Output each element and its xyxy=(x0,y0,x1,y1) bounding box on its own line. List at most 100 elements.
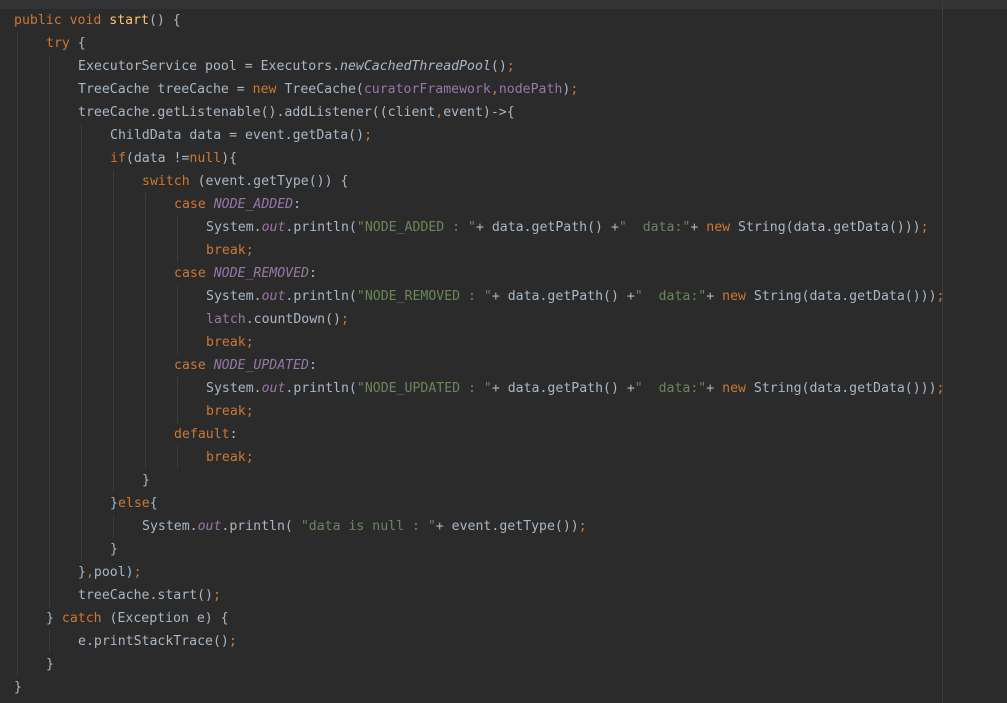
code-token: new xyxy=(722,289,754,304)
indent-guide xyxy=(49,354,50,377)
code-line[interactable]: case NODE_UPDATED: xyxy=(14,354,1004,377)
indent-guide xyxy=(49,630,50,653)
indent-guide xyxy=(17,492,18,515)
indent-guide xyxy=(113,216,114,239)
code-token: TreeCache treeCache = xyxy=(78,82,253,97)
indent-guide xyxy=(17,124,18,147)
code-token: , xyxy=(85,565,94,580)
code-line[interactable]: case NODE_REMOVED: xyxy=(14,262,1004,285)
indent-guide xyxy=(17,308,18,331)
code-line[interactable]: public void start() { xyxy=(14,9,1004,32)
code-line[interactable]: latch.countDown(); xyxy=(14,308,1004,331)
indent-guide xyxy=(81,285,82,308)
code-token: break; xyxy=(206,335,254,350)
code-token: break; xyxy=(206,243,254,258)
indent-guide xyxy=(177,239,178,262)
code-line[interactable]: case NODE_ADDED: xyxy=(14,193,1004,216)
indent-guide xyxy=(17,515,18,538)
indent-guide xyxy=(81,377,82,400)
code-line[interactable]: if(data !=null){ xyxy=(14,147,1004,170)
code-line-text: }else{ xyxy=(110,492,158,515)
code-line[interactable]: } xyxy=(14,469,1004,492)
code-token: ){ xyxy=(221,151,238,166)
code-line-text: System.out.println("NODE_REMOVED : "+ da… xyxy=(206,285,944,308)
code-token: null xyxy=(189,151,222,166)
code-token: start xyxy=(109,13,149,28)
code-line[interactable]: treeCache.getListenable().addListener((c… xyxy=(14,101,1004,124)
code-token: ExecutorService pool = Executors. xyxy=(78,59,341,74)
code-line[interactable]: },pool); xyxy=(14,561,1004,584)
indent-guide xyxy=(49,239,50,262)
code-line[interactable]: TreeCache treeCache = new TreeCache(cura… xyxy=(14,78,1004,101)
code-line-text: treeCache.start(); xyxy=(78,584,221,607)
code-line-text: break; xyxy=(206,331,254,354)
code-token: ; xyxy=(920,220,929,235)
code-token: ; xyxy=(506,59,515,74)
code-line[interactable]: System.out.println( "data is null : "+ e… xyxy=(14,515,1004,538)
indent-guide xyxy=(81,400,82,423)
indent-guide xyxy=(145,423,146,446)
code-line[interactable]: default: xyxy=(14,423,1004,446)
code-token: "NODE_REMOVED : " xyxy=(356,289,492,304)
code-line-text: } xyxy=(142,469,150,492)
code-token: String(data.getData())) xyxy=(753,289,937,304)
code-token: + data.getPath() + xyxy=(491,381,635,396)
indent-guide xyxy=(49,446,50,469)
indent-guide xyxy=(177,446,178,469)
indent-guide xyxy=(17,607,18,630)
code-line[interactable]: } xyxy=(14,538,1004,561)
code-line[interactable]: ChildData data = event.getData(); xyxy=(14,124,1004,147)
code-token: new xyxy=(252,82,285,97)
code-line[interactable]: System.out.println("NODE_ADDED : "+ data… xyxy=(14,216,1004,239)
code-line[interactable]: break; xyxy=(14,400,1004,423)
code-area[interactable]: public void start() {try {ExecutorServic… xyxy=(14,9,1004,699)
code-token: NODE_REMOVED xyxy=(213,266,309,281)
code-token: + xyxy=(706,381,723,396)
indent-guide xyxy=(177,400,178,423)
indent-guide xyxy=(49,331,50,354)
code-line[interactable]: switch (event.getType()) { xyxy=(14,170,1004,193)
indent-guide xyxy=(49,147,50,170)
code-token: { xyxy=(77,36,86,51)
code-token: newCachedThreadPool xyxy=(340,59,491,74)
code-line-text: ExecutorService pool = Executors.newCach… xyxy=(78,55,515,78)
indent-guide xyxy=(17,653,18,676)
code-line-text: break; xyxy=(206,239,254,262)
code-line-text: } xyxy=(14,676,22,699)
code-line[interactable]: System.out.println("NODE_UPDATED : "+ da… xyxy=(14,377,1004,400)
code-line[interactable]: } xyxy=(14,653,1004,676)
indent-guide xyxy=(17,193,18,216)
indent-guide xyxy=(81,193,82,216)
indent-guide xyxy=(17,78,18,101)
indent-guide xyxy=(113,331,114,354)
code-token: : xyxy=(308,266,317,281)
code-editor[interactable]: public void start() {try {ExecutorServic… xyxy=(0,0,1007,703)
code-token: ; xyxy=(228,634,237,649)
code-line[interactable]: }else{ xyxy=(14,492,1004,515)
code-token: " data:" xyxy=(634,381,707,396)
indent-guide xyxy=(177,216,178,239)
indent-guide xyxy=(17,584,18,607)
code-line[interactable]: treeCache.start(); xyxy=(14,584,1004,607)
code-line[interactable]: try { xyxy=(14,32,1004,55)
code-line[interactable]: } catch (Exception e) { xyxy=(14,607,1004,630)
code-line[interactable]: break; xyxy=(14,239,1004,262)
code-line[interactable]: ExecutorService pool = Executors.newCach… xyxy=(14,55,1004,78)
indent-guide xyxy=(145,446,146,469)
indent-guide xyxy=(49,262,50,285)
code-line[interactable]: break; xyxy=(14,331,1004,354)
indent-guide xyxy=(145,354,146,377)
code-line[interactable]: } xyxy=(14,676,1004,699)
code-token: switch xyxy=(142,174,198,189)
code-token: + event.getType()) xyxy=(435,519,579,534)
code-line[interactable]: e.printStackTrace(); xyxy=(14,630,1004,653)
indent-guide xyxy=(81,446,82,469)
code-token: : xyxy=(229,427,238,442)
code-line[interactable]: System.out.println("NODE_REMOVED : "+ da… xyxy=(14,285,1004,308)
indent-guide xyxy=(81,423,82,446)
indent-guide xyxy=(17,216,18,239)
code-token: } xyxy=(46,611,62,626)
indent-guide xyxy=(113,377,114,400)
code-token: : xyxy=(308,358,317,373)
code-line[interactable]: break; xyxy=(14,446,1004,469)
